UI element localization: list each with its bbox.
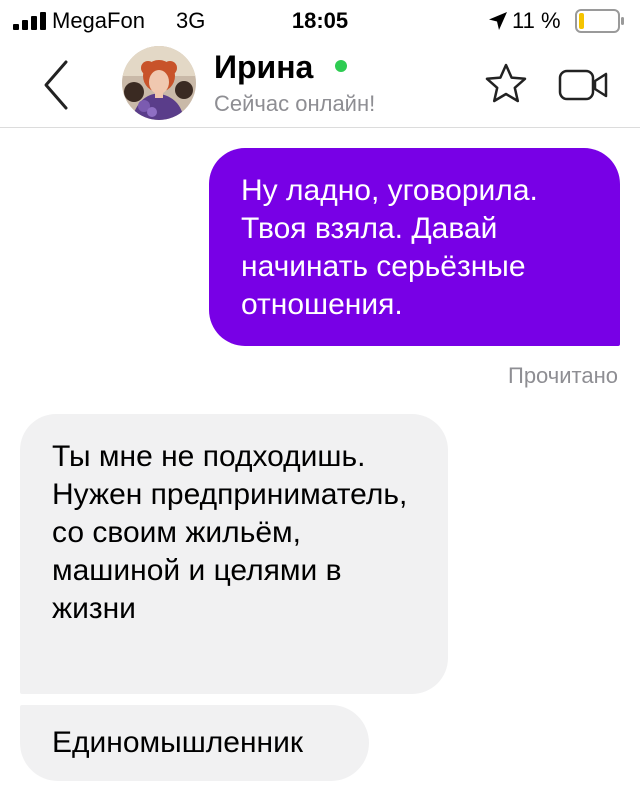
outgoing-message-bubble[interactable]: Ну ладно, уговорила. Твоя взяла. Давай н… [209,148,620,346]
battery-icon [575,9,624,33]
avatar[interactable] [122,46,196,120]
online-indicator [335,60,347,72]
battery-percent: 11 % [512,8,561,33]
contact-status: Сейчас онлайн! [214,91,376,116]
read-receipt: Прочитано [508,363,618,388]
incoming-message-bubble[interactable]: Единомышленник [20,705,369,781]
star-icon[interactable] [484,62,528,106]
incoming-message-bubble[interactable]: Ты мне не подходишь. Нужен предпринимате… [20,414,448,694]
contact-name: Ирина [214,49,314,85]
video-camera-icon[interactable] [558,68,610,102]
status-bar: MegaFon 3G 18:05 11 % [0,0,640,42]
chat-header: Ирина Сейчас онлайн! [0,42,640,128]
chat-screen: MegaFon 3G 18:05 11 % Ирина Сейчас онлай… [0,0,640,790]
back-chevron-icon[interactable] [36,56,76,114]
location-arrow-icon [489,12,507,30]
